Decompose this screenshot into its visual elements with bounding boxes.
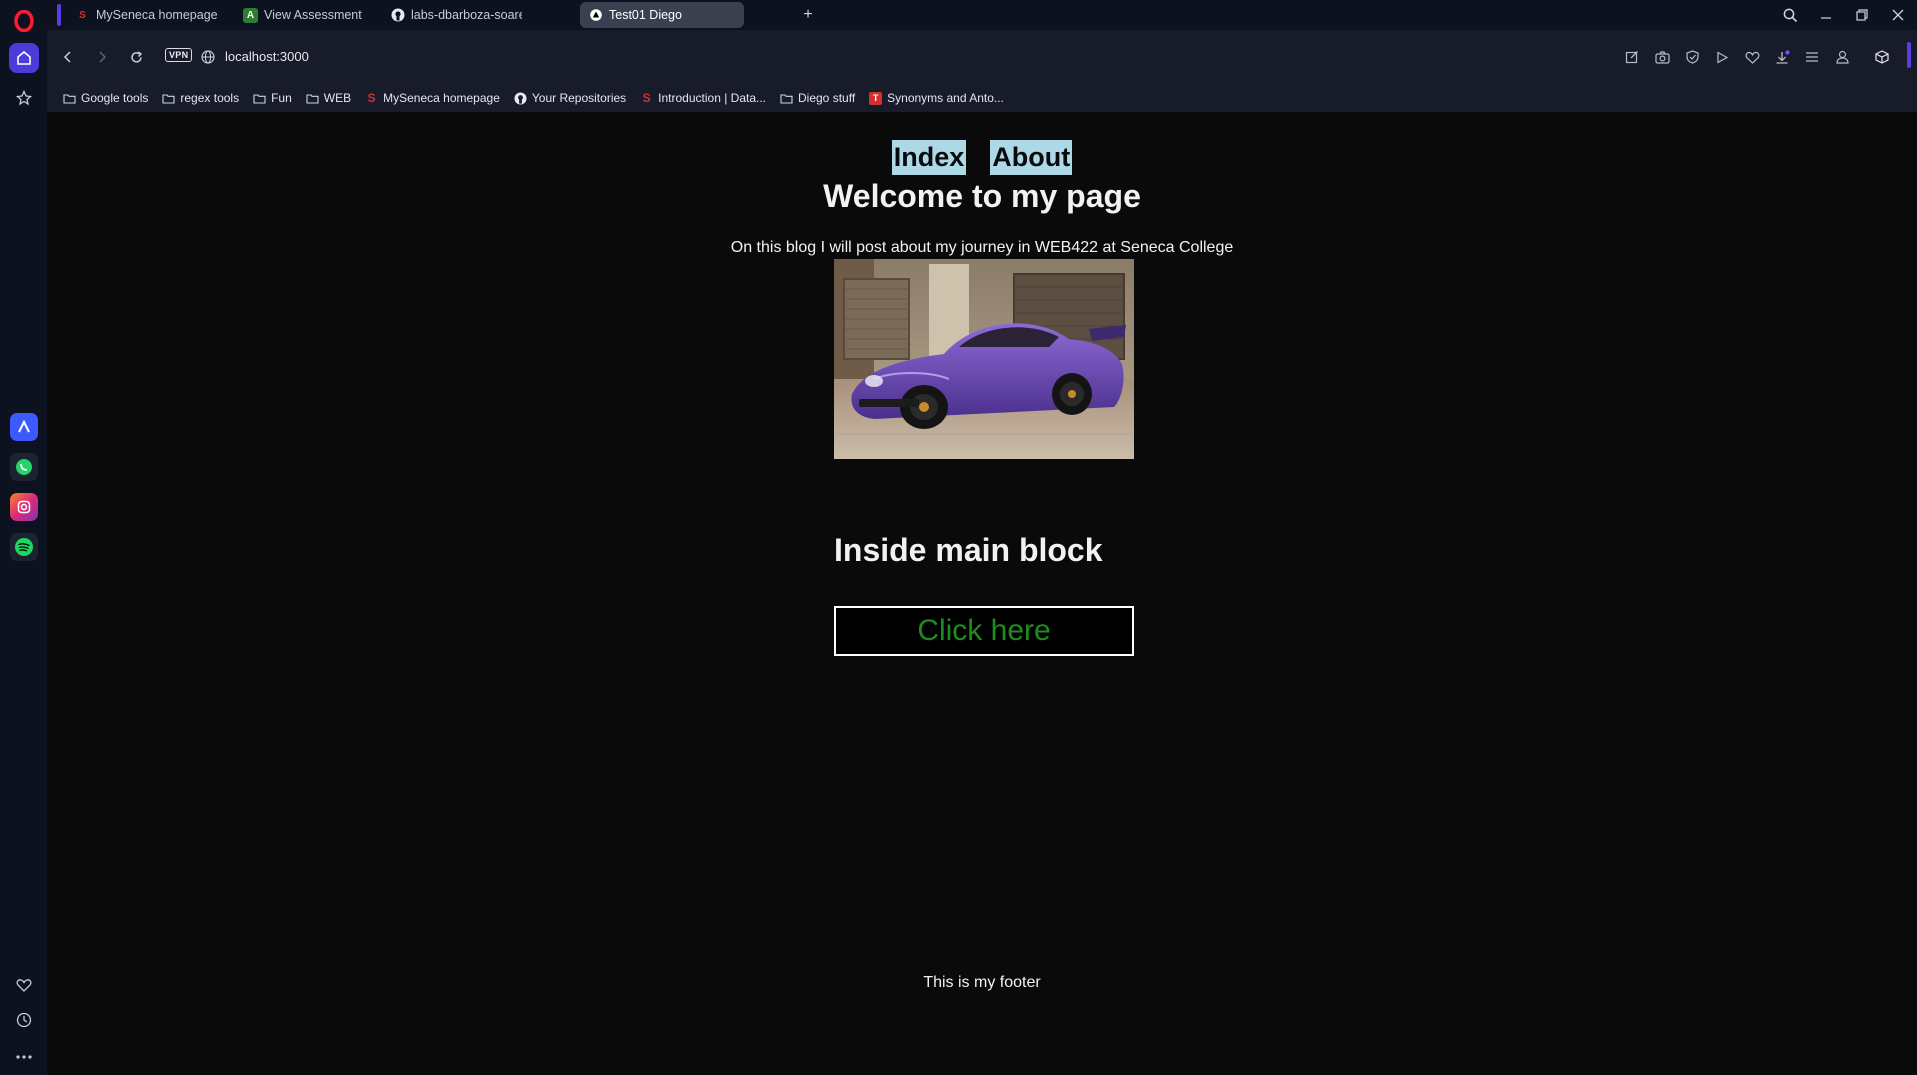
site-nav: Index About (47, 140, 1917, 175)
folder-icon (162, 92, 175, 105)
folder-icon (780, 92, 793, 105)
close-icon[interactable] (1887, 4, 1909, 26)
folder-icon (253, 92, 266, 105)
car-image (834, 259, 1134, 459)
page-viewport: Index About Welcome to my page On this b… (47, 112, 1917, 1075)
github-icon (514, 91, 527, 105)
heart-icon[interactable] (16, 977, 32, 998)
bookmark-your-repositories[interactable]: Your Repositories (514, 91, 626, 105)
tab-myseneca[interactable]: S MySeneca homepage (67, 2, 217, 28)
main-block-heading: Inside main block (834, 532, 1103, 568)
bookmark-regex-tools[interactable]: regex tools (162, 91, 239, 105)
nav-link-index[interactable]: Index (891, 140, 967, 175)
search-tabs-icon[interactable] (1779, 4, 1801, 26)
restore-icon[interactable] (1851, 4, 1873, 26)
bookmark-google-tools[interactable]: Google tools (63, 91, 148, 105)
address-toolbar: VPN localhost:3000 (47, 30, 1917, 84)
seneca-icon: S (642, 91, 651, 105)
vercel-icon (588, 8, 603, 23)
bookmark-label: WEB (323, 91, 352, 105)
assessment-icon: A (243, 7, 258, 23)
seneca-icon: S (79, 9, 86, 21)
camera-icon[interactable] (1652, 47, 1672, 67)
bookmark-web[interactable]: WEB (306, 91, 351, 105)
thesaurus-icon: T (869, 91, 883, 105)
extensions-cube-icon[interactable] (1872, 47, 1892, 67)
nav-link-about[interactable]: About (990, 140, 1073, 175)
pinboard-icon[interactable] (9, 83, 39, 113)
page-title: Welcome to my page (823, 178, 1141, 214)
intro-text: On this blog I will post about my journe… (730, 239, 1234, 256)
tab-title: View Assessment (264, 8, 362, 22)
bookmark-fun[interactable]: Fun (253, 91, 292, 105)
bookmark-label: Your Repositories (531, 91, 627, 105)
bookmark-label: Introduction | Data... (658, 91, 766, 105)
bookmark-label: Diego stuff (798, 91, 856, 105)
instagram-icon[interactable] (9, 493, 38, 521)
more-options-icon[interactable] (15, 1047, 32, 1065)
bookmark-synonyms[interactable]: T Synonyms and Anto... (869, 91, 1004, 105)
click-here-button[interactable]: Click here (834, 606, 1134, 656)
tab-title: labs-dbarboza-soares/lab (411, 8, 522, 22)
sidebar-toggle-marker (1907, 42, 1911, 68)
bookmark-label: Synonyms and Anto... (887, 91, 1004, 105)
tab-view-assessment[interactable]: A View Assessment (235, 2, 375, 28)
forward-icon[interactable] (91, 46, 113, 68)
github-icon (390, 8, 405, 23)
bookmark-introduction-data[interactable]: S Introduction | Data... (640, 91, 766, 105)
aria-app-icon[interactable] (9, 413, 38, 441)
tab-github-labs[interactable]: labs-dbarboza-soares/lab (382, 2, 522, 28)
opera-sidebar (0, 0, 47, 1075)
snapshot-edit-icon[interactable] (1622, 47, 1642, 67)
back-icon[interactable] (57, 46, 79, 68)
whatsapp-icon[interactable] (9, 453, 38, 481)
shield-icon[interactable] (1682, 47, 1702, 67)
opera-logo-icon[interactable] (12, 9, 36, 33)
favorites-heart-icon[interactable] (1742, 47, 1762, 67)
vpn-badge[interactable]: VPN (165, 48, 193, 62)
bookmarks-bar: Google tools regex tools Fun WEB S MySen… (47, 84, 1917, 112)
home-icon[interactable] (8, 43, 39, 73)
tab-title: MySeneca homepage (96, 8, 217, 22)
reload-icon[interactable] (125, 46, 147, 68)
page-footer: This is my footer (923, 974, 1041, 991)
tab-test01-diego[interactable]: Test01 Diego (580, 2, 744, 28)
browser-window: S MySeneca homepage A View Assessment la… (0, 0, 1917, 1075)
folder-icon (306, 92, 319, 105)
new-tab-plus-icon[interactable]: + (799, 6, 817, 24)
bookmark-label: Fun (271, 91, 292, 105)
bookmark-label: MySeneca homepage (383, 91, 500, 105)
seneca-icon: S (367, 91, 376, 105)
bookmark-myseneca[interactable]: S MySeneca homepage (365, 91, 500, 105)
bookmark-label: regex tools (180, 91, 240, 105)
account-icon[interactable] (1832, 47, 1852, 67)
url-field[interactable]: localhost:3000 (225, 49, 309, 64)
minimize-icon[interactable] (1815, 4, 1837, 26)
tab-bar: S MySeneca homepage A View Assessment la… (47, 0, 1917, 30)
bookmark-label: Google tools (81, 91, 149, 105)
history-icon[interactable] (16, 1012, 32, 1033)
easy-setup-menu-icon[interactable] (1802, 47, 1822, 67)
tab-title: Test01 Diego (609, 8, 682, 22)
player-play-icon[interactable] (1712, 47, 1732, 67)
download-icon[interactable] (1772, 47, 1792, 67)
folder-icon (63, 92, 76, 105)
site-info-globe-icon[interactable] (197, 46, 219, 68)
bookmark-diego-stuff[interactable]: Diego stuff (780, 91, 855, 105)
tab-island-marker (57, 4, 61, 26)
spotify-icon[interactable] (9, 533, 38, 561)
